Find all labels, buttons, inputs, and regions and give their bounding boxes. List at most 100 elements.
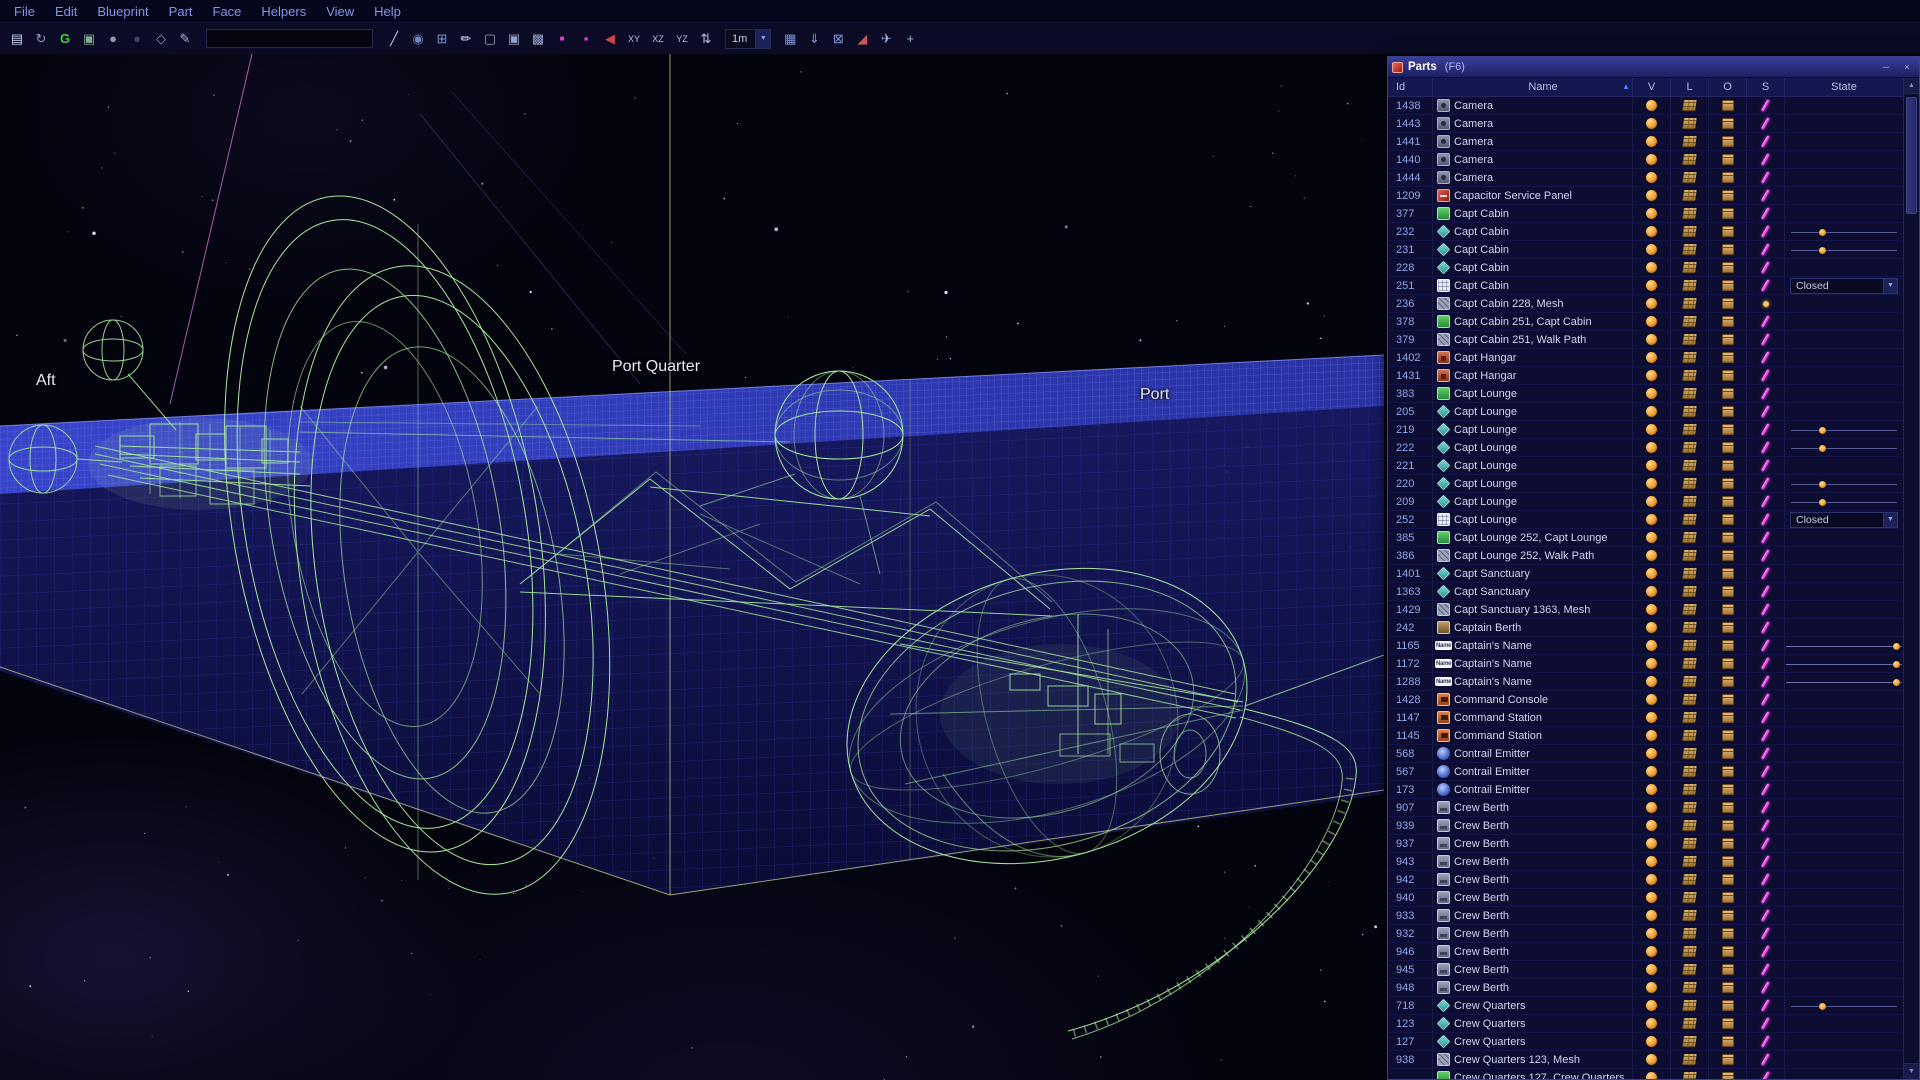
crate-icon[interactable] bbox=[1722, 550, 1734, 561]
table-row[interactable]: 933Crew Berth bbox=[1388, 907, 1903, 925]
amber-orb-icon[interactable] bbox=[1646, 640, 1657, 651]
brick-stack-icon[interactable] bbox=[1682, 550, 1697, 561]
crate-icon[interactable] bbox=[1722, 640, 1734, 651]
menu-item-view[interactable]: View bbox=[316, 1, 364, 22]
amber-orb-icon[interactable] bbox=[1646, 1072, 1657, 1079]
brick-stack-icon[interactable] bbox=[1682, 1072, 1697, 1079]
brick-stack-icon[interactable] bbox=[1682, 802, 1697, 813]
crate-icon[interactable] bbox=[1722, 658, 1734, 669]
amber-orb-icon[interactable] bbox=[1646, 334, 1657, 345]
table-row[interactable]: 220Capt Lounge bbox=[1388, 475, 1903, 493]
table-row[interactable]: 378Capt Cabin 251, Capt Cabin bbox=[1388, 313, 1903, 331]
table-row[interactable]: 567Contrail Emitter bbox=[1388, 763, 1903, 781]
magenta-slash-icon[interactable] bbox=[1761, 531, 1770, 544]
crate-icon[interactable] bbox=[1722, 208, 1734, 219]
crate-icon[interactable] bbox=[1722, 748, 1734, 759]
amber-orb-icon[interactable] bbox=[1646, 514, 1657, 525]
brick-stack-icon[interactable] bbox=[1682, 190, 1697, 201]
table-row[interactable]: 907Crew Berth bbox=[1388, 799, 1903, 817]
magenta-slash-icon[interactable] bbox=[1761, 261, 1770, 274]
amber-orb-icon[interactable] bbox=[1646, 244, 1657, 255]
magenta-slash-icon[interactable] bbox=[1761, 369, 1770, 382]
brick-stack-icon[interactable] bbox=[1682, 820, 1697, 831]
magenta-slash-icon[interactable] bbox=[1761, 585, 1770, 598]
menu-item-helpers[interactable]: Helpers bbox=[251, 1, 316, 22]
state-slider[interactable] bbox=[1786, 638, 1902, 654]
magenta-slash-icon[interactable] bbox=[1761, 747, 1770, 760]
amber-orb-icon[interactable] bbox=[1646, 550, 1657, 561]
mirror-flip-icon[interactable]: ◀ bbox=[599, 28, 621, 50]
crate-icon[interactable] bbox=[1722, 262, 1734, 273]
new-document-icon[interactable]: ▤ bbox=[6, 28, 28, 50]
amber-orb-icon[interactable] bbox=[1646, 622, 1657, 633]
brick-stack-icon[interactable] bbox=[1682, 352, 1697, 363]
brick-stack-icon[interactable] bbox=[1682, 586, 1697, 597]
table-row[interactable]: 1440Camera bbox=[1388, 151, 1903, 169]
slider-knob[interactable] bbox=[1893, 643, 1900, 650]
table-row[interactable]: 385Capt Lounge 252, Capt Lounge bbox=[1388, 529, 1903, 547]
crate-icon[interactable] bbox=[1722, 460, 1734, 471]
magenta-slash-icon[interactable] bbox=[1761, 1071, 1770, 1079]
magenta-slash-icon[interactable] bbox=[1761, 243, 1770, 256]
brick-stack-icon[interactable] bbox=[1682, 964, 1697, 975]
crate-icon[interactable] bbox=[1722, 172, 1734, 183]
sphere-tool-icon[interactable]: ◉ bbox=[407, 28, 429, 50]
amber-orb-icon[interactable] bbox=[1646, 802, 1657, 813]
crate-icon[interactable] bbox=[1722, 568, 1734, 579]
brick-stack-icon[interactable] bbox=[1682, 100, 1697, 111]
menu-item-file[interactable]: File bbox=[4, 1, 45, 22]
brick-stack-icon[interactable] bbox=[1682, 640, 1697, 651]
table-row[interactable]: 932Crew Berth bbox=[1388, 925, 1903, 943]
magenta-slash-icon[interactable] bbox=[1761, 657, 1770, 670]
column-header-state[interactable]: State bbox=[1784, 78, 1903, 96]
table-row[interactable]: 205Capt Lounge bbox=[1388, 403, 1903, 421]
brick-stack-icon[interactable] bbox=[1682, 442, 1697, 453]
axis-yz-button[interactable]: YZ bbox=[671, 28, 693, 50]
amber-orb-icon[interactable] bbox=[1646, 748, 1657, 759]
crate-icon[interactable] bbox=[1722, 1000, 1734, 1011]
state-slider[interactable] bbox=[1786, 656, 1902, 672]
table-row[interactable]: 1145Command Station bbox=[1388, 727, 1903, 745]
column-header-id[interactable]: Id bbox=[1388, 78, 1432, 96]
slider-knob[interactable] bbox=[1893, 661, 1900, 668]
amber-orb-icon[interactable] bbox=[1646, 388, 1657, 399]
table-row[interactable]: 127Crew Quarters bbox=[1388, 1033, 1903, 1051]
brick-stack-icon[interactable] bbox=[1682, 136, 1697, 147]
slider-knob[interactable] bbox=[1893, 679, 1900, 686]
table-row[interactable]: 938Crew Quarters 123, Mesh bbox=[1388, 1051, 1903, 1069]
pencil-tool-icon[interactable]: ✏ bbox=[455, 28, 477, 50]
crate-icon[interactable] bbox=[1722, 1036, 1734, 1047]
amber-orb-icon[interactable] bbox=[1646, 874, 1657, 885]
amber-orb-icon[interactable] bbox=[1646, 964, 1657, 975]
crate-icon[interactable] bbox=[1722, 496, 1734, 507]
amber-orb-icon[interactable] bbox=[1646, 442, 1657, 453]
chevron-down-icon[interactable]: ▼ bbox=[1883, 279, 1897, 293]
axes-gizmo-icon[interactable]: + bbox=[899, 28, 921, 50]
brick-stack-icon[interactable] bbox=[1682, 298, 1697, 309]
magenta-slash-icon[interactable] bbox=[1761, 837, 1770, 850]
brick-stack-icon[interactable] bbox=[1682, 946, 1697, 957]
amber-orb-icon[interactable] bbox=[1646, 820, 1657, 831]
amber-orb-icon[interactable] bbox=[1646, 694, 1657, 705]
minimize-button[interactable]: ─ bbox=[1878, 61, 1894, 74]
magenta-slash-icon[interactable] bbox=[1761, 387, 1770, 400]
crate-icon[interactable] bbox=[1722, 352, 1734, 363]
brick-stack-icon[interactable] bbox=[1682, 604, 1697, 615]
reload-icon[interactable]: ↻ bbox=[30, 28, 52, 50]
magenta-slash-icon[interactable] bbox=[1761, 711, 1770, 724]
state-slider[interactable] bbox=[1791, 224, 1897, 240]
state-dropdown[interactable]: Closed▼ bbox=[1790, 278, 1898, 294]
magenta-slash-icon[interactable] bbox=[1761, 99, 1770, 112]
table-row[interactable]: 1172NameCaptain's Name bbox=[1388, 655, 1903, 673]
table-row[interactable]: 946Crew Berth bbox=[1388, 943, 1903, 961]
amber-orb-icon[interactable] bbox=[1646, 604, 1657, 615]
menu-item-part[interactable]: Part bbox=[159, 1, 203, 22]
table-row[interactable]: 942Crew Berth bbox=[1388, 871, 1903, 889]
scrollbar-thumb[interactable] bbox=[1906, 97, 1917, 214]
parts-panel-header[interactable]: Parts (F6) ─ × bbox=[1388, 57, 1919, 78]
amber-orb-icon[interactable] bbox=[1646, 190, 1657, 201]
brick-stack-icon[interactable] bbox=[1682, 406, 1697, 417]
table-row[interactable]: 939Crew Berth bbox=[1388, 817, 1903, 835]
amber-orb-icon[interactable] bbox=[1646, 766, 1657, 777]
magenta-slash-icon[interactable] bbox=[1761, 891, 1770, 904]
